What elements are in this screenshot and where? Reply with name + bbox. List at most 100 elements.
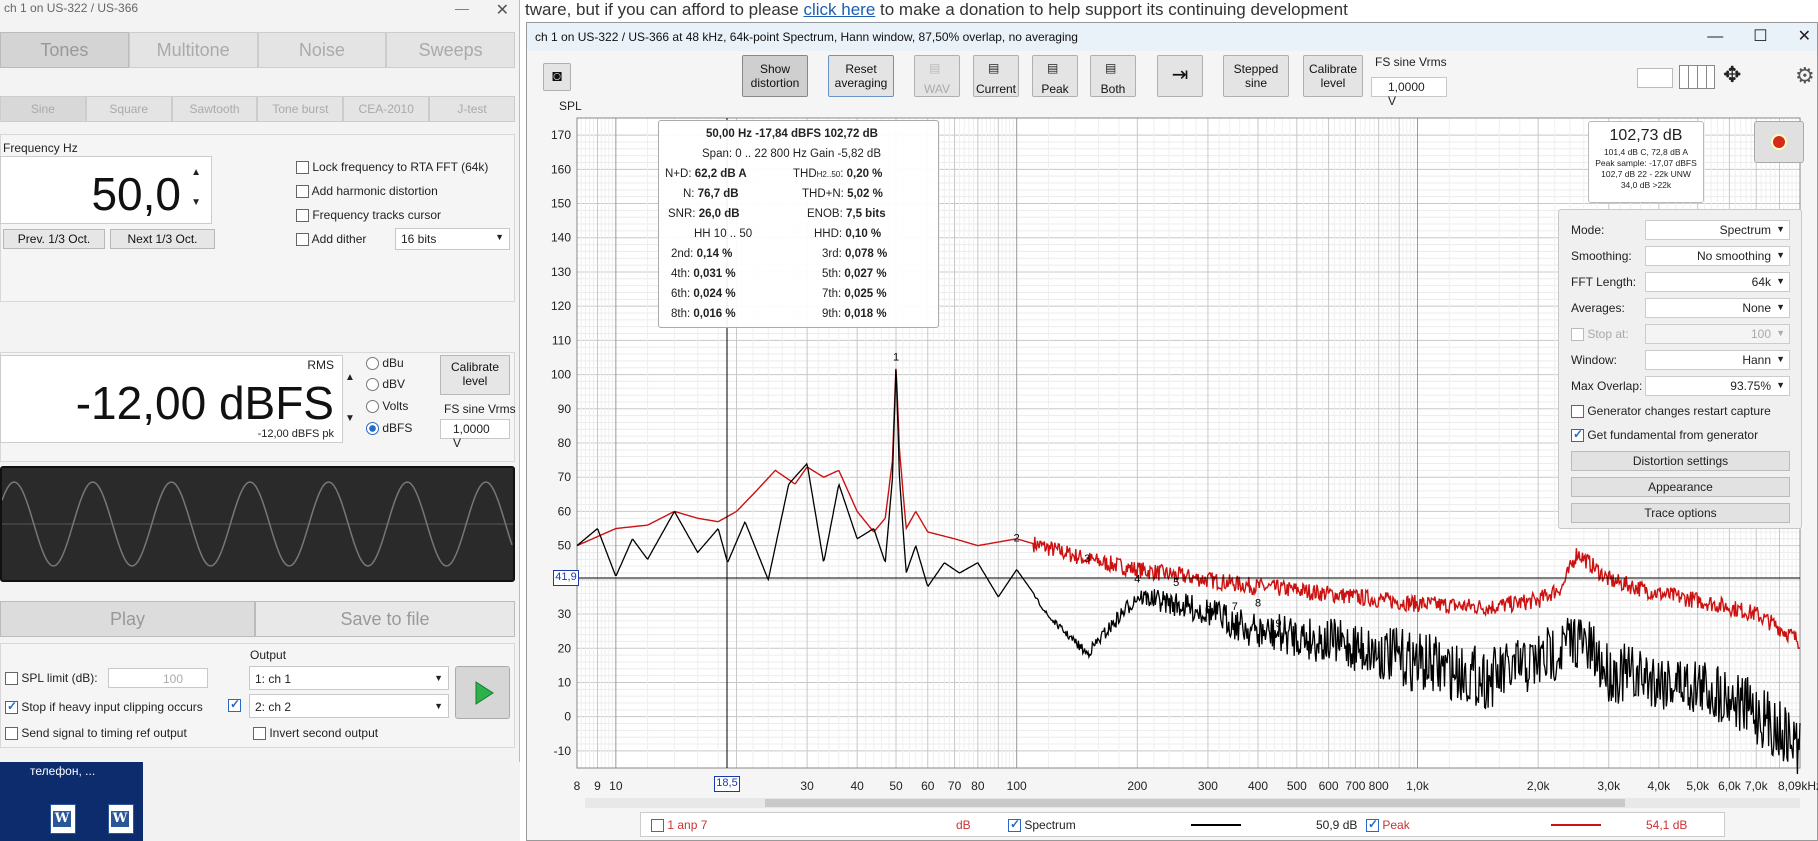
tab-noise[interactable]: Noise — [257, 32, 387, 68]
next-third-octave-button[interactable]: Next 1/3 Oct. — [110, 229, 215, 249]
gear-icon[interactable]: ⚙ — [1795, 63, 1815, 89]
tab-tones[interactable]: Tones — [0, 32, 129, 68]
stop-clipping-checkbox[interactable] — [5, 699, 18, 715]
word-doc-icon[interactable]: W — [108, 804, 134, 834]
scrollbar-thumb[interactable] — [765, 799, 1625, 807]
add-dither-checkbox[interactable] — [296, 233, 309, 247]
spl-limit-checkbox[interactable] — [5, 672, 18, 686]
distortion-settings-button[interactable]: Distortion settings — [1571, 451, 1790, 471]
play-button[interactable]: Play — [0, 601, 255, 637]
amp-checkbox[interactable] — [651, 819, 664, 833]
tab-tone-burst[interactable]: Tone burst — [257, 96, 344, 122]
frequency-tracks-cursor-option[interactable]: Frequency tracks cursor — [296, 208, 441, 223]
maximize-icon[interactable]: ☐ — [1753, 28, 1767, 45]
dither-bits-select[interactable]: 16 bits ▼ — [395, 228, 510, 250]
harmonic-distortion-option[interactable]: Add harmonic distortion — [296, 184, 438, 199]
peak-trace-option[interactable]: Peak — [1366, 817, 1410, 833]
harmonic-distortion-checkbox[interactable] — [296, 185, 309, 199]
prev-third-octave-button[interactable]: Prev. 1/3 Oct. — [3, 229, 105, 249]
record-button[interactable] — [1754, 121, 1804, 163]
appearance-button[interactable]: Appearance — [1571, 477, 1790, 497]
unit-dbu[interactable]: dBu — [366, 356, 404, 371]
unit-dbfs[interactable]: dBFS — [366, 421, 412, 436]
stop-at-option[interactable]: Stop at: — [1571, 327, 1629, 342]
lock-frequency-option[interactable]: Lock frequency to RTA FFT (64k) — [296, 160, 488, 175]
calibrate-level-button[interactable]: Calibrate level — [1303, 55, 1363, 97]
tab-cea-2010[interactable]: CEA-2010 — [343, 96, 430, 122]
lock-frequency-checkbox[interactable] — [296, 161, 309, 175]
dbu-radio[interactable] — [366, 357, 379, 371]
invert-output-checkbox[interactable] — [253, 727, 266, 741]
save-to-file-button[interactable]: Save to file — [255, 601, 515, 637]
level-input[interactable]: RMS -12,00 dBFS -12,00 dBFS pk — [0, 355, 343, 443]
run-generator-button[interactable] — [455, 666, 510, 719]
dbfs-radio[interactable] — [366, 422, 379, 436]
window-select[interactable]: Hann — [1645, 350, 1790, 370]
camera-icon[interactable]: ◙ — [543, 63, 571, 91]
add-dither-option[interactable]: Add dither — [296, 232, 366, 247]
peak-checkbox[interactable] — [1366, 817, 1379, 833]
tab-square[interactable]: Square — [85, 96, 172, 122]
spectrum-checkbox[interactable] — [1008, 817, 1021, 833]
generator-restart-option[interactable]: Generator changes restart capture — [1571, 404, 1771, 419]
mode-select[interactable]: Spectrum — [1645, 220, 1790, 240]
stop-at-checkbox[interactable] — [1571, 328, 1584, 342]
calibrate-level-button[interactable]: Calibrate level — [440, 355, 510, 395]
amp-option[interactable]: 1 anp 7 — [651, 818, 707, 833]
spin-down-icon[interactable]: ▼ — [345, 413, 355, 424]
tab-sawtooth[interactable]: Sawtooth — [171, 96, 258, 122]
get-fundamental-checkbox[interactable] — [1571, 427, 1584, 443]
chevron-down-icon: ▼ — [434, 701, 443, 711]
stop-at-input[interactable]: 100 — [1645, 324, 1790, 344]
timing-ref-option[interactable]: Send signal to timing ref output — [5, 726, 187, 741]
tab-j-test[interactable]: J-test — [429, 96, 515, 122]
get-fundamental-option[interactable]: Get fundamental from generator — [1571, 427, 1758, 443]
close-icon[interactable]: ✕ — [1798, 28, 1811, 45]
generator-restart-checkbox[interactable] — [1571, 405, 1584, 419]
close-button[interactable]: ✕ — [496, 0, 509, 20]
fft-length-select[interactable]: 64k — [1645, 272, 1790, 292]
spin-down-icon[interactable]: ▼ — [191, 197, 201, 208]
output-ch1-select[interactable]: 1: ch 1 ▼ — [249, 666, 449, 690]
tab-multitone[interactable]: Multitone — [128, 32, 258, 68]
minimize-icon[interactable]: — — [1707, 28, 1723, 45]
timing-ref-checkbox[interactable] — [5, 727, 18, 741]
reset-averaging-button[interactable]: Reset averaging — [828, 55, 894, 97]
invert-output-option[interactable]: Invert second output — [253, 726, 378, 741]
volts-radio[interactable] — [366, 400, 379, 414]
spin-up-icon[interactable]: ▲ — [345, 372, 355, 383]
frequency-input[interactable]: 50,0 ▲ ▼ — [0, 156, 212, 224]
word-doc-icon[interactable]: W — [50, 804, 76, 834]
tab-sine[interactable]: Sine — [0, 96, 86, 122]
stop-clipping-option[interactable]: Stop if heavy input clipping occurs — [5, 699, 203, 715]
minimize-button[interactable]: — — [455, 0, 469, 16]
fs-sine-input[interactable]: 1,0000 V — [440, 419, 510, 450]
ch2-enable[interactable] — [228, 697, 241, 713]
smoothing-select[interactable]: No smoothing — [1645, 246, 1790, 266]
spectrum-trace-option[interactable]: Spectrum — [1008, 817, 1076, 833]
spl-limit-option[interactable]: SPL limit (dB): — [5, 671, 98, 686]
donation-link[interactable]: click here — [803, 0, 875, 19]
export-icon[interactable]: ⇥ — [1157, 55, 1203, 97]
x-tick-label: 1,0k — [1406, 779, 1430, 793]
tracks-cursor-checkbox[interactable] — [296, 209, 309, 223]
spl-limit-input[interactable]: 100 — [108, 668, 208, 688]
spin-up-icon[interactable]: ▲ — [191, 167, 201, 178]
fs-sine-input[interactable]: 1,0000 V — [1371, 77, 1447, 108]
dbv-radio[interactable] — [366, 378, 379, 392]
stepped-sine-button[interactable]: Stepped sine — [1223, 55, 1289, 97]
rta-title: ch 1 on US-322 / US-366 at 48 kHz, 64k-p… — [527, 23, 1817, 51]
ch2-checkbox[interactable] — [228, 697, 241, 713]
averages-select[interactable]: None — [1645, 298, 1790, 318]
single-layout-icon[interactable] — [1637, 68, 1673, 88]
multi-layout-icon[interactable] — [1679, 65, 1715, 89]
overlap-select[interactable]: 93.75% — [1645, 376, 1790, 396]
trace-options-button[interactable]: Trace options — [1571, 503, 1790, 523]
output-ch2-select[interactable]: 2: ch 2 ▼ — [249, 694, 449, 718]
unit-volts[interactable]: Volts — [366, 399, 408, 414]
tab-sweeps[interactable]: Sweeps — [386, 32, 515, 68]
move-arrows-icon[interactable]: ✥ — [1723, 63, 1741, 87]
unit-dbv[interactable]: dBV — [366, 377, 405, 392]
show-distortion-button[interactable]: Show distortion — [742, 55, 808, 97]
horizontal-scrollbar[interactable] — [585, 798, 1800, 808]
